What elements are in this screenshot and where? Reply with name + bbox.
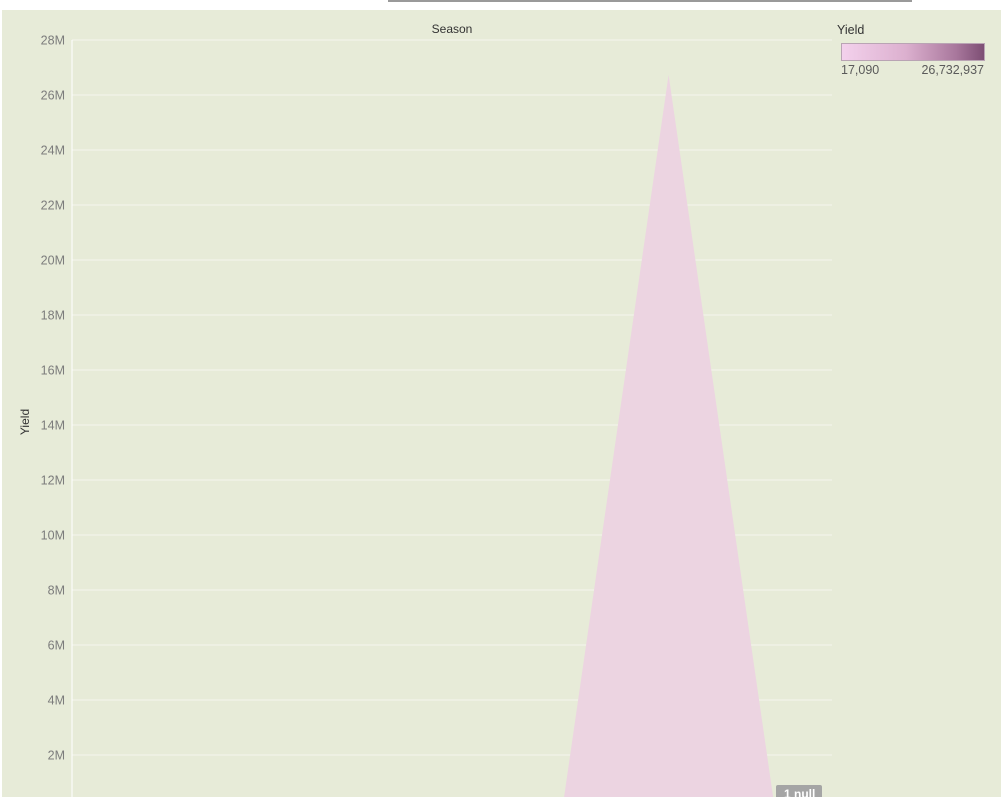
y-tick-label: 22M (41, 199, 65, 213)
color-legend[interactable]: Yield 17,090 26,732,937 (836, 22, 988, 82)
legend-color-ramp (841, 43, 985, 61)
area-marks[interactable] (562, 74, 775, 797)
chart-svg: 0M2M4M6M8M10M12M14M16M18M20M22M24M26M28M… (18, 22, 832, 797)
area-mark[interactable] (562, 74, 775, 797)
null-indicator-badge[interactable]: 1 null (776, 785, 823, 797)
y-tick-label: 28M (41, 34, 65, 48)
y-tick-label: 12M (41, 474, 65, 488)
y-tick-label: 16M (41, 364, 65, 378)
tableau-viz: 0M2M4M6M8M10M12M14M16M18M20M22M24M26M28M… (0, 0, 1003, 797)
y-axis-ticks: 0M2M4M6M8M10M12M14M16M18M20M22M24M26M28M (41, 34, 65, 763)
y-tick-label: 20M (41, 254, 65, 268)
legend-title: Yield (837, 23, 865, 37)
y-tick-label: 18M (41, 309, 65, 323)
y-tick-label: 8M (48, 584, 65, 598)
y-tick-label: 24M (41, 144, 65, 158)
y-tick-label: 4M (48, 694, 65, 708)
y-tick-label: 14M (41, 419, 65, 433)
legend-min-label: 17,090 (841, 63, 880, 77)
column-header-season: Season (432, 22, 473, 36)
y-tick-label: 2M (48, 749, 65, 763)
y-tick-label: 26M (41, 89, 65, 103)
y-tick-label: 6M (48, 639, 65, 653)
y-tick-label: 10M (41, 529, 65, 543)
y-axis-title: Yield (18, 409, 32, 435)
legend-max-label: 26,732,937 (921, 63, 984, 77)
